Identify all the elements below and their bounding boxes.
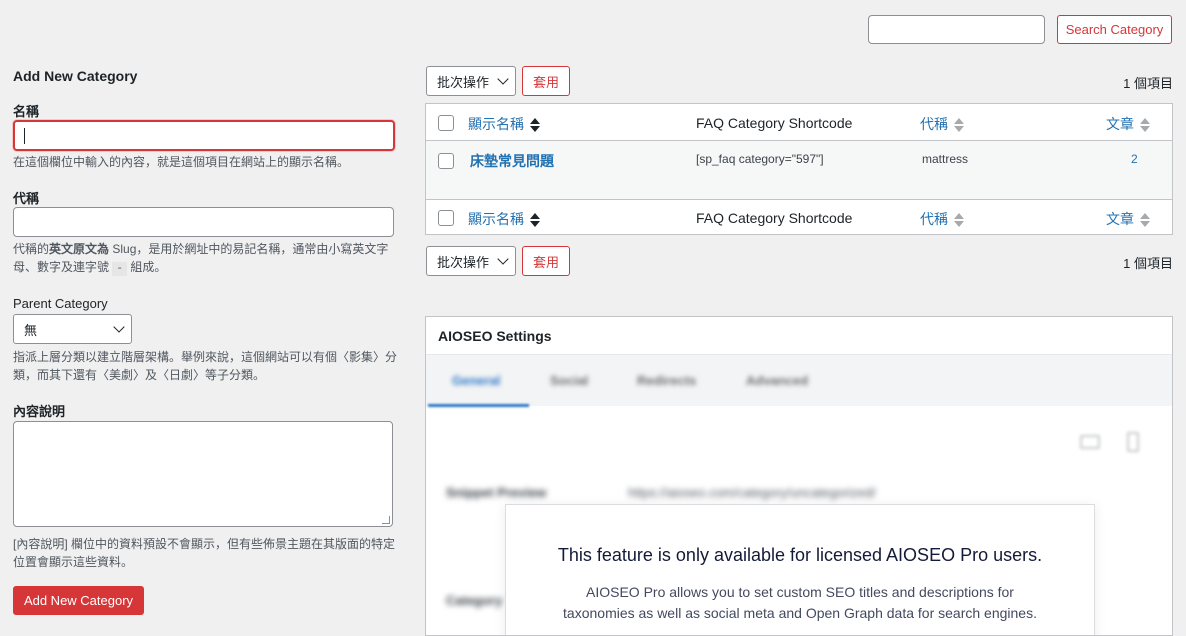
column-slug-label: 代稱 bbox=[920, 116, 948, 132]
desktop-icon[interactable] bbox=[1080, 435, 1100, 449]
sort-icon bbox=[530, 118, 540, 133]
resize-handle-icon[interactable] bbox=[382, 516, 390, 524]
chevron-down-icon bbox=[497, 73, 509, 85]
column-name-header[interactable]: 顯示名稱 bbox=[468, 114, 540, 134]
pro-feature-description: AIOSEO Pro allows you to set custom SEO … bbox=[506, 582, 1094, 624]
column-name-footer[interactable]: 顯示名稱 bbox=[468, 209, 540, 229]
column-count-footer[interactable]: 文章 bbox=[1106, 209, 1150, 229]
slug-help: 代稱的英文原文為 Slug，是用於網址中的易記名稱，通常由小寫英文字母、數字及連… bbox=[13, 240, 398, 278]
parent-category-value: 無 bbox=[24, 322, 38, 338]
chevron-down-icon bbox=[113, 321, 125, 333]
parent-category-help: 指派上層分類以建立階層架構。舉例來說，這個網站可以有個〈影集〉分類，而其下還有〈… bbox=[13, 350, 398, 382]
description-textarea[interactable] bbox=[13, 421, 393, 527]
items-count-top: 1 個項目 bbox=[1123, 76, 1173, 91]
select-all-checkbox-footer[interactable] bbox=[438, 210, 454, 226]
mobile-icon[interactable] bbox=[1127, 432, 1139, 452]
column-slug-label: 代稱 bbox=[920, 211, 948, 227]
row-count-link[interactable]: 2 bbox=[1131, 152, 1138, 166]
column-count-label: 文章 bbox=[1106, 116, 1134, 132]
parent-category-label: Parent Category bbox=[13, 296, 108, 311]
row-shortcode: [sp_faq category="597"] bbox=[696, 152, 824, 166]
form-title: Add New Category bbox=[13, 68, 138, 84]
column-slug-header[interactable]: 代稱 bbox=[920, 114, 964, 134]
table-header: 顯示名稱 FAQ Category Shortcode 代稱 文章 bbox=[426, 104, 1172, 141]
bulk-action-select-top[interactable]: 批次操作 bbox=[426, 66, 516, 96]
table-footer: 顯示名稱 FAQ Category Shortcode 代稱 文章 bbox=[426, 199, 1172, 235]
snippet-preview-label: Snippet Preview bbox=[446, 485, 547, 500]
tab-advanced[interactable]: Advanced bbox=[746, 373, 808, 388]
add-new-category-button[interactable]: Add New Category bbox=[13, 586, 144, 615]
parent-category-select[interactable]: 無 bbox=[13, 314, 132, 344]
aioseo-settings-panel: AIOSEO Settings General Social Redirects… bbox=[425, 316, 1173, 636]
aioseo-settings-title: AIOSEO Settings bbox=[438, 328, 552, 344]
category-label: Category bbox=[446, 593, 503, 608]
name-label: 名稱 bbox=[13, 104, 40, 119]
snippet-preview-url: https://aioseo.com/category/uncategorize… bbox=[628, 485, 876, 500]
column-shortcode-header: FAQ Category Shortcode bbox=[696, 115, 853, 131]
slug-input[interactable] bbox=[13, 207, 394, 237]
column-slug-footer[interactable]: 代稱 bbox=[920, 209, 964, 229]
column-shortcode-footer: FAQ Category Shortcode bbox=[696, 210, 853, 226]
chevron-down-icon bbox=[497, 253, 509, 265]
column-count-label: 文章 bbox=[1106, 211, 1134, 227]
search-category-button[interactable]: Search Category bbox=[1057, 15, 1172, 44]
bulk-action-value: 批次操作 bbox=[437, 254, 490, 270]
name-help: 在這個欄位中輸入的內容，就是這個項目在網站上的顯示名稱。 bbox=[13, 155, 350, 169]
table-row: 床墊常見問題 [sp_faq category="597"] mattress … bbox=[426, 141, 1172, 199]
pro-feature-description-line-2: taxonomies as well as social meta and Op… bbox=[563, 605, 1037, 621]
text-caret bbox=[24, 128, 25, 144]
aioseo-tabs: General Social Redirects Advanced bbox=[426, 354, 1172, 407]
slug-help-pre: 代稱的 bbox=[13, 242, 50, 256]
sort-icon bbox=[954, 118, 964, 133]
search-input[interactable] bbox=[868, 15, 1045, 44]
sort-icon bbox=[530, 213, 540, 228]
row-checkbox[interactable] bbox=[438, 153, 454, 169]
bulk-action-value: 批次操作 bbox=[437, 74, 490, 90]
row-name-link[interactable]: 床墊常見問題 bbox=[470, 151, 554, 171]
column-name-label: 顯示名稱 bbox=[468, 116, 524, 132]
tab-social[interactable]: Social bbox=[550, 373, 588, 388]
slug-help-bold: 英文原文為 bbox=[49, 242, 110, 256]
select-all-checkbox[interactable] bbox=[438, 115, 454, 131]
active-tab-indicator bbox=[428, 404, 529, 407]
pro-feature-modal: This feature is only available for licen… bbox=[505, 504, 1095, 635]
description-label: 內容說明 bbox=[13, 404, 66, 419]
pro-feature-description-line-1: AIOSEO Pro allows you to set custom SEO … bbox=[586, 584, 1014, 600]
pro-feature-title: This feature is only available for licen… bbox=[557, 545, 1043, 565]
name-input[interactable] bbox=[13, 120, 395, 151]
tab-general[interactable]: General bbox=[452, 373, 500, 388]
apply-button-bottom[interactable]: 套用 bbox=[522, 246, 570, 276]
description-help: [內容說明] 欄位中的資料預設不會顯示，但有些佈景主題在其版面的特定位置會顯示這… bbox=[13, 537, 396, 569]
row-slug: mattress bbox=[922, 152, 969, 166]
categories-table: 顯示名稱 FAQ Category Shortcode 代稱 文章 床墊常見問題… bbox=[425, 103, 1173, 235]
sort-icon bbox=[1140, 213, 1150, 228]
slug-help-post: 組成。 bbox=[130, 260, 167, 274]
column-name-label: 顯示名稱 bbox=[468, 211, 524, 227]
sort-icon bbox=[1140, 118, 1150, 133]
column-count-header[interactable]: 文章 bbox=[1106, 114, 1150, 134]
bulk-action-select-bottom[interactable]: 批次操作 bbox=[426, 246, 516, 276]
sort-icon bbox=[954, 213, 964, 228]
slug-help-code: - bbox=[112, 262, 127, 276]
apply-button-top[interactable]: 套用 bbox=[522, 66, 570, 96]
slug-label: 代稱 bbox=[13, 191, 40, 206]
items-count-bottom: 1 個項目 bbox=[1123, 256, 1173, 271]
tab-redirects[interactable]: Redirects bbox=[637, 373, 696, 388]
